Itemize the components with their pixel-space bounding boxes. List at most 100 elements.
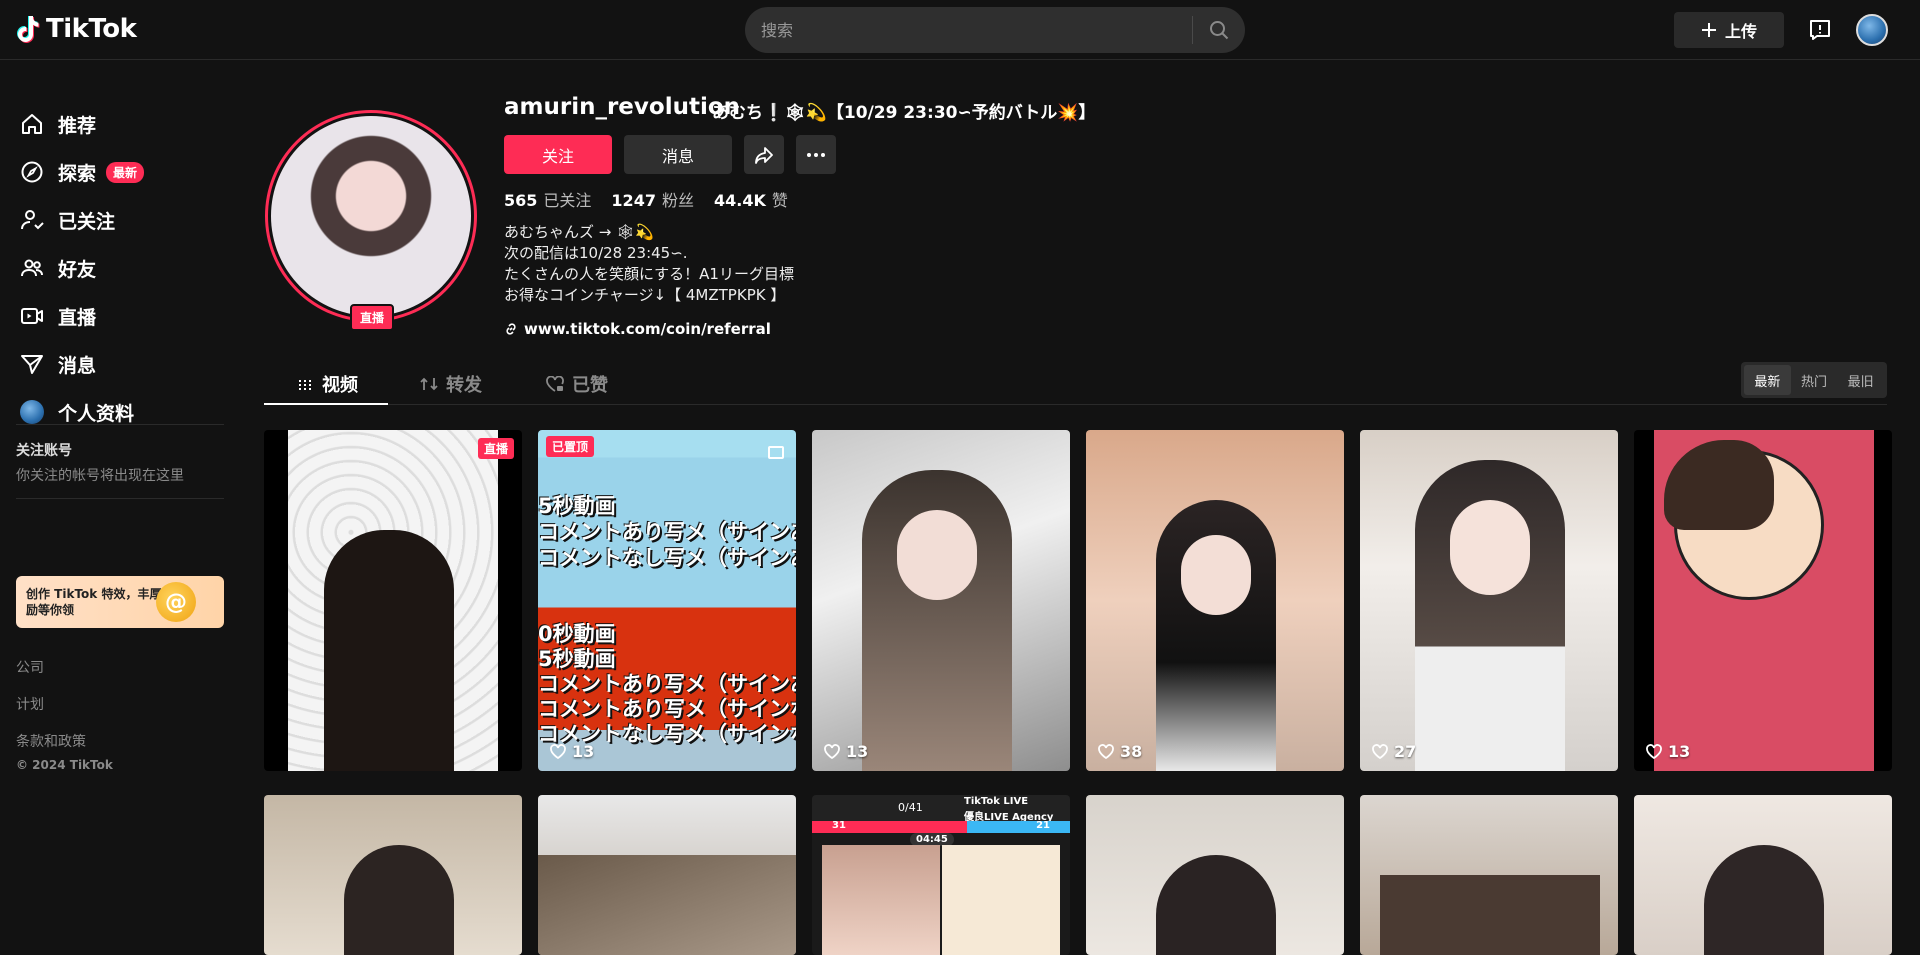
heart-outline-icon — [550, 744, 566, 759]
profile-nickname: あむち❕🕸💫【10/29 23:30∽予約バトル💥】 — [712, 103, 1096, 123]
heart-outline-icon — [1372, 744, 1388, 759]
tiktok-logo[interactable]: TikTok — [16, 14, 137, 44]
video-thumbnail — [1380, 875, 1600, 955]
compass-icon — [21, 161, 43, 183]
search-button[interactable] — [1193, 7, 1245, 53]
likes-count: 13 — [846, 742, 869, 761]
right-score: 21 — [1036, 820, 1050, 831]
active-tab-indicator — [264, 403, 388, 405]
video-likes: 13 — [824, 742, 868, 761]
sort-latest[interactable]: 最新 — [1744, 365, 1791, 395]
sidebar-item-explore[interactable]: 探索 最新 — [20, 152, 145, 192]
video-thumbnail-figure — [1156, 855, 1276, 955]
sidebar-item-recommended[interactable]: 推荐 — [20, 104, 96, 144]
message-button[interactable]: 消息 — [624, 135, 732, 174]
heart-lock-icon — [546, 376, 564, 392]
profile-avatar[interactable] — [265, 110, 477, 322]
likes-count: 13 — [572, 742, 595, 761]
logo-text: TikTok — [46, 14, 137, 44]
sidebar-item-label: 消息 — [58, 354, 97, 377]
video-thumbnail-figure — [324, 530, 454, 771]
video-card[interactable]: 13 — [812, 430, 1070, 771]
video-card[interactable]: 0/41 TikTok LIVE 優良LIVE Agency 31 21 04:… — [812, 795, 1070, 955]
video-card[interactable]: 13 — [1634, 430, 1892, 771]
thumbnail-text: コメントなし写メ（サインあ — [538, 546, 796, 570]
tab-videos[interactable]: 视频 — [298, 363, 358, 405]
video-likes: 13 — [550, 742, 594, 761]
followers-stat[interactable]: 1247 粉丝 — [611, 187, 694, 211]
left-score: 31 — [832, 820, 846, 831]
sidebar: 推荐 探索 最新 已关注 好友 直播 消息 个人资料 关注账号 你关注的帐号将出… — [0, 60, 240, 945]
video-likes: 27 — [1372, 742, 1416, 761]
profile-link[interactable]: www.tiktok.com/coin/referral — [504, 320, 771, 338]
sidebar-item-label: 已关注 — [58, 210, 116, 233]
video-card[interactable] — [1086, 795, 1344, 955]
bio-line: お得なコインチャージ↓【 4MZTPKPK 】 — [504, 286, 786, 304]
sidebar-item-friends[interactable]: 好友 — [20, 248, 96, 288]
video-card[interactable] — [264, 795, 522, 955]
sidebar-item-live[interactable]: 直播 — [20, 296, 96, 336]
profile-username: amurin_revolution — [504, 94, 741, 120]
likes-count: 27 — [1394, 742, 1417, 761]
likes-count: 13 — [1668, 742, 1691, 761]
video-card[interactable] — [538, 795, 796, 955]
upload-label: 上传 — [1724, 22, 1757, 41]
following-stat[interactable]: 565 已关注 — [504, 187, 591, 211]
user-avatar[interactable] — [1856, 14, 1888, 46]
footer-link-program[interactable]: 计划 — [16, 694, 44, 714]
video-card[interactable] — [1634, 795, 1892, 955]
search-icon — [1210, 21, 1229, 40]
sort-popular[interactable]: 热门 — [1791, 365, 1838, 395]
sidebar-item-profile[interactable]: 个人资料 — [20, 392, 134, 432]
video-thumbnail — [538, 855, 796, 955]
video-card[interactable]: 38 — [1086, 430, 1344, 771]
effects-promo-banner[interactable]: 创作 TikTok 特效，丰厚奖励等你领 @ — [16, 576, 224, 628]
profile-bio: あむちゃんズ → 🕸💫 次の配信は10/28 23:45∽. たくさんの人を笑顔… — [504, 222, 794, 306]
sidebar-item-messages[interactable]: 消息 — [20, 344, 96, 384]
home-icon — [22, 114, 42, 134]
inbox-button[interactable] — [1806, 16, 1834, 44]
profile-stats: 565 已关注 1247 粉丝 44.4K 赞 — [504, 187, 788, 211]
tab-reposts[interactable]: 转发 — [420, 363, 482, 405]
sidebar-item-following[interactable]: 已关注 — [20, 200, 115, 240]
heart-outline-icon — [824, 744, 840, 759]
battle-right-stream — [942, 845, 1060, 955]
share-button[interactable] — [744, 135, 784, 174]
tab-liked[interactable]: 已赞 — [546, 363, 608, 405]
video-thumbnail-figure — [1704, 845, 1824, 955]
sort-oldest[interactable]: 最旧 — [1837, 365, 1884, 395]
tab-label: 转发 — [446, 375, 482, 396]
top-bar: TikTok 上传 — [0, 0, 1920, 60]
follow-button[interactable]: 关注 — [504, 135, 612, 174]
likes-count: 44.4K — [713, 191, 766, 210]
likes-label: 赞 — [771, 191, 788, 210]
more-options-button[interactable] — [796, 135, 836, 174]
profile-avatar-image — [271, 116, 471, 316]
video-card[interactable]: 直播 — [264, 430, 522, 771]
likes-count: 38 — [1120, 742, 1143, 761]
video-card[interactable]: 已置顶 5秒動画 コメントあり写メ（サインあ コメントなし写メ（サインあ 0秒動… — [538, 430, 796, 771]
video-card[interactable] — [1360, 795, 1618, 955]
friends-icon — [21, 259, 43, 277]
upload-button[interactable]: 上传 — [1674, 12, 1784, 48]
search-input[interactable] — [745, 7, 1192, 53]
sidebar-item-label: 直播 — [58, 306, 97, 329]
video-likes: 38 — [1098, 742, 1142, 761]
send-icon — [21, 355, 43, 374]
share-icon — [755, 146, 773, 164]
video-card[interactable]: 27 — [1360, 430, 1618, 771]
repost-icon — [420, 377, 438, 391]
likes-stat: 44.4K 赞 — [714, 187, 788, 211]
following-count: 565 — [504, 191, 538, 210]
following-accounts-title: 关注账号 — [16, 443, 72, 459]
sidebar-item-label: 个人资料 — [58, 402, 135, 425]
profile-link-text: www.tiktok.com/coin/referral — [524, 320, 771, 338]
promo-text: 创作 TikTok 特效，丰厚奖励等你领 — [26, 587, 174, 617]
sidebar-item-label: 推荐 — [58, 114, 97, 137]
live-badge[interactable]: 直播 — [350, 304, 395, 331]
live-badge: 直播 — [477, 438, 514, 459]
new-badge: 最新 — [106, 161, 145, 183]
footer-link-company[interactable]: 公司 — [16, 657, 44, 677]
footer-link-terms[interactable]: 条款和政策 — [16, 731, 86, 751]
live-icon — [21, 308, 43, 324]
